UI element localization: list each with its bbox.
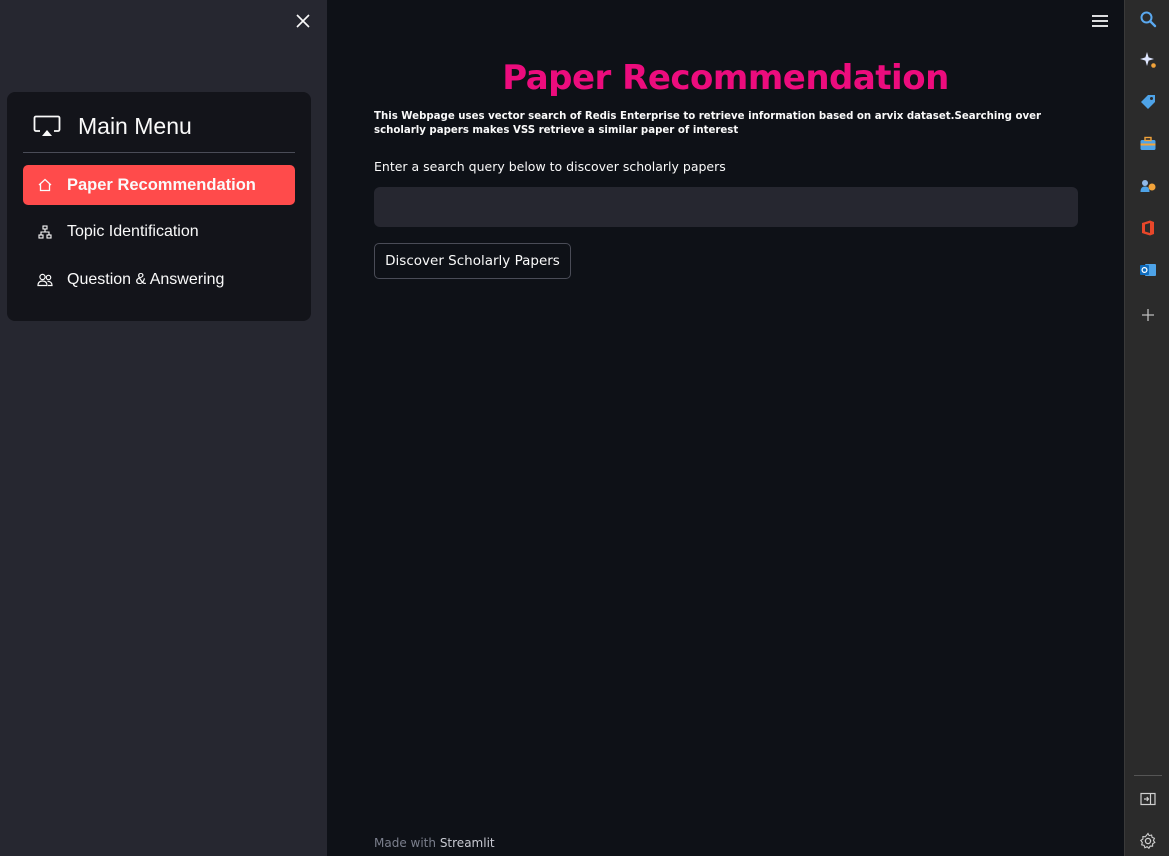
app-menu-button[interactable] — [1090, 12, 1110, 30]
rail-games-button[interactable] — [1137, 175, 1159, 197]
search-query-input[interactable] — [374, 187, 1078, 227]
menu-item-question-answering[interactable]: Question & Answering — [23, 260, 295, 300]
cast-display-icon — [33, 115, 61, 136]
close-icon — [296, 14, 310, 28]
rail-shopping-button[interactable] — [1137, 91, 1159, 113]
main-menu: Main Menu Paper Recommendation Topic Ide… — [7, 92, 311, 321]
menu-title: Main Menu — [78, 113, 192, 139]
menu-item-label: Question & Answering — [67, 271, 225, 288]
settings-gear-icon — [1139, 832, 1156, 850]
rail-divider — [1134, 775, 1162, 776]
discover-papers-button[interactable]: Discover Scholarly Papers — [374, 243, 571, 279]
page-title: Paper Recommendation — [502, 58, 949, 98]
outlook-icon — [1140, 264, 1156, 276]
tools-briefcase-icon — [1140, 136, 1156, 150]
people-icon — [37, 272, 53, 288]
rail-split-screen-button[interactable] — [1137, 788, 1159, 810]
sidebar: Main Menu Paper Recommendation Topic Ide… — [0, 0, 327, 856]
menu-divider — [23, 152, 295, 153]
main-content: Paper Recommendation This Webpage uses v… — [327, 0, 1124, 856]
menu-item-paper-recommendation[interactable]: Paper Recommendation — [23, 165, 295, 205]
rail-copilot-button[interactable] — [1137, 49, 1159, 71]
office-icon — [1142, 220, 1154, 236]
copilot-sparkle-icon — [1140, 52, 1156, 68]
split-screen-icon — [1140, 792, 1156, 806]
house-icon — [37, 177, 53, 193]
rail-tools-button[interactable] — [1137, 133, 1159, 155]
hamburger-icon — [1092, 15, 1108, 27]
page-description: This Webpage uses vector search of Redis… — [374, 111, 1042, 136]
search-query-label: Enter a search query below to discover s… — [374, 159, 726, 174]
games-icon — [1140, 180, 1156, 192]
footer: Made with Streamlit — [374, 836, 495, 850]
rail-settings-button[interactable] — [1137, 830, 1159, 852]
browser-sidebar — [1124, 0, 1169, 856]
menu-item-topic-identification[interactable]: Topic Identification — [23, 212, 295, 252]
diagram-icon — [37, 224, 53, 240]
menu-item-label: Paper Recommendation — [67, 175, 256, 194]
footer-prefix: Made with — [374, 836, 436, 850]
menu-item-label: Topic Identification — [67, 223, 199, 240]
search-icon — [1140, 11, 1157, 28]
rail-search-button[interactable] — [1137, 8, 1159, 30]
menu-header: Main Menu — [7, 92, 311, 152]
streamlit-link[interactable]: Streamlit — [440, 836, 495, 850]
rail-office-button[interactable] — [1137, 217, 1159, 239]
shopping-tag-icon — [1141, 95, 1155, 109]
add-icon — [1142, 309, 1154, 321]
close-sidebar-button[interactable] — [292, 10, 314, 32]
rail-outlook-button[interactable] — [1137, 259, 1159, 281]
rail-add-button[interactable] — [1137, 304, 1159, 326]
